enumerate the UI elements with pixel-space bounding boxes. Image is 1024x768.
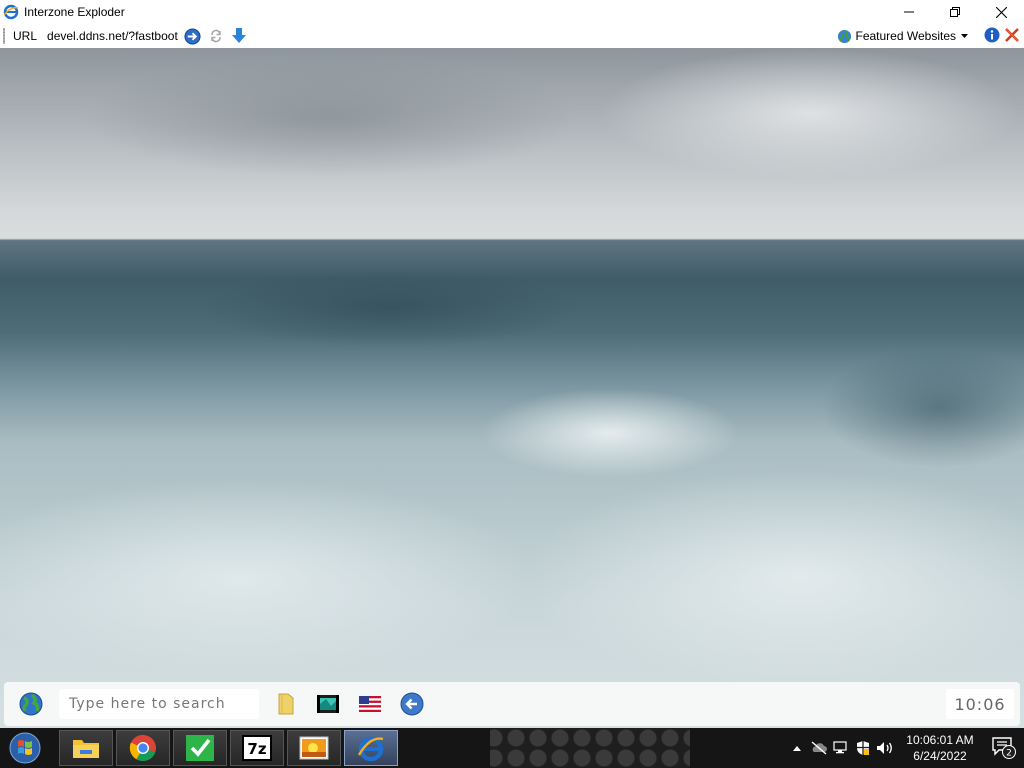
wave-foam (0, 478, 540, 678)
globe-icon (19, 692, 43, 716)
taskbar-interzone-exploder[interactable] (344, 730, 398, 766)
wave-shadow (820, 348, 1024, 468)
wave-foam (520, 468, 1024, 688)
cloud (600, 48, 1020, 178)
svg-text:7z: 7z (247, 740, 266, 758)
wave-shadow (200, 268, 580, 348)
stop-button[interactable] (1004, 27, 1020, 46)
featured-websites-menu[interactable]: Featured Websites (837, 24, 968, 48)
cloud-off-icon (811, 741, 827, 755)
taskbar-chrome[interactable] (116, 730, 170, 766)
dock-video-button[interactable] (315, 691, 341, 717)
dock-home-button[interactable] (18, 691, 44, 717)
dock-clock-time: 10:06 (954, 694, 1006, 714)
notification-icon: 2 (992, 737, 1016, 759)
go-arrow-icon (184, 27, 201, 45)
cloud (80, 58, 580, 178)
taskbar-photo-viewer[interactable] (287, 730, 341, 766)
system-tray: 10:06:01 AM 6/24/2022 2 (786, 728, 1024, 768)
folder-icon (73, 740, 99, 758)
7zip-icon: 7z (242, 735, 272, 761)
shield-icon (857, 741, 869, 755)
photo-icon (299, 736, 329, 760)
download-button[interactable] (230, 27, 248, 45)
green-checkmark-icon (186, 735, 214, 761)
close-icon (995, 6, 1007, 18)
refresh-button[interactable] (207, 27, 225, 45)
url-field[interactable]: devel.ddns.net/?fastboot (47, 29, 178, 43)
search-placeholder: Type here to search (69, 696, 226, 712)
dock-clock: 10:06 (946, 689, 1014, 719)
taskbar-clock[interactable]: 10:06:01 AM 6/24/2022 (896, 732, 984, 764)
security-tray[interactable] (852, 728, 874, 768)
back-arrow-icon (400, 692, 424, 716)
folder-icon (278, 693, 294, 715)
window-title: Interzone Exploder (24, 5, 125, 19)
windows-orb-icon (9, 732, 41, 764)
restore-icon (950, 7, 960, 17)
network-tray[interactable] (830, 728, 852, 768)
featured-websites-label: Featured Websites (855, 29, 957, 43)
search-input[interactable]: Type here to search (59, 689, 259, 719)
clock-time: 10:06:01 AM (906, 733, 974, 747)
dock-folder-button[interactable] (273, 691, 299, 717)
film-icon (317, 695, 339, 713)
refresh-icon (210, 29, 221, 43)
download-arrow-icon (231, 28, 246, 43)
wave-foam (480, 388, 740, 478)
taskbar-explorer[interactable] (59, 730, 113, 766)
title-bar: Interzone Exploder (0, 0, 1024, 24)
chevron-down-icon (961, 34, 968, 38)
close-button[interactable] (978, 0, 1024, 24)
globe-icon (837, 29, 851, 43)
dock-back-button[interactable] (399, 691, 425, 717)
chrome-icon (129, 734, 156, 762)
minimize-button[interactable] (886, 0, 932, 24)
notification-count: 2 (1006, 749, 1012, 759)
desktop-wallpaper (0, 48, 1024, 728)
red-x-icon (1005, 28, 1019, 42)
toolbar-grip[interactable] (3, 28, 5, 44)
interzone-exploder-icon (3, 4, 19, 20)
start-button[interactable] (6, 730, 44, 766)
taskbar-checkmark-app[interactable] (173, 730, 227, 766)
restore-button[interactable] (932, 0, 978, 24)
launcher-dock: Type here to search 10:06 (4, 682, 1020, 726)
onedrive-tray[interactable] (808, 728, 830, 768)
show-hidden-icons-button[interactable] (786, 728, 808, 768)
network-icon (833, 741, 847, 754)
chevron-up-icon (793, 745, 801, 751)
dock-language-button[interactable] (357, 691, 383, 717)
info-icon (984, 27, 1000, 43)
ie-icon (357, 736, 384, 762)
us-flag-icon (359, 696, 381, 712)
url-label: URL (13, 29, 38, 43)
action-center-button[interactable]: 2 (984, 728, 1024, 768)
minimize-icon (904, 11, 914, 13)
volume-tray[interactable] (874, 728, 896, 768)
clock-date: 6/24/2022 (913, 749, 967, 763)
go-button[interactable] (184, 27, 202, 45)
speaker-icon (877, 742, 892, 754)
address-bar: URL devel.ddns.net/?fastboot Featured We… (0, 24, 1024, 48)
taskbar: 7z 10:06:01 AM 6/24/2022 2 (0, 728, 1024, 768)
info-button[interactable] (984, 27, 1000, 46)
taskbar-7zip[interactable]: 7z (230, 730, 284, 766)
